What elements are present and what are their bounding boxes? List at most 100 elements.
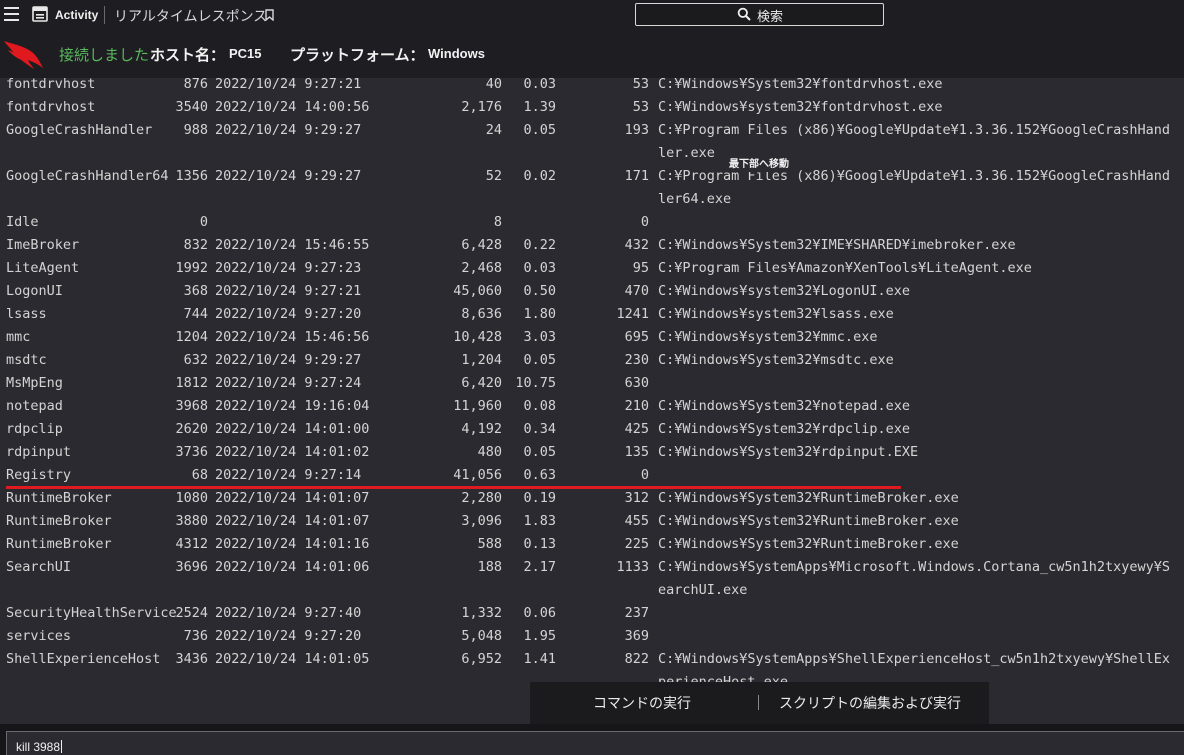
process-cpu: 0.13	[523, 536, 556, 552]
process-pid: 68	[191, 467, 208, 483]
process-pid: 1356	[175, 168, 208, 184]
process-pid: 744	[183, 306, 208, 322]
process-pid: 988	[183, 122, 208, 138]
bookmark-icon[interactable]	[265, 9, 274, 21]
table-row: rdpinput 3736 2022/10/24 14:01:02 480 0.05 13…	[0, 441, 1184, 464]
process-cpu: 0.05	[523, 352, 556, 368]
process-cpu: 0.50	[523, 283, 556, 299]
process-pid: 3436	[175, 651, 208, 667]
process-cpu: 0.63	[523, 467, 556, 483]
process-pid: 0	[199, 214, 208, 230]
table-row: ShellExperienceHost 3436 2022/10/24 14:01:…	[0, 648, 1184, 683]
process-name: GoogleCrashHandler64	[6, 168, 169, 184]
process-path: C:¥Windows¥System32¥RuntimeBroker.exe	[658, 513, 959, 529]
process-memory: 188	[477, 559, 502, 575]
table-row: lsass 744 2022/10/24 9:27:20 8,636 1.80 1241 C…	[0, 303, 1184, 326]
search-label: 検索	[757, 9, 784, 24]
table-row: msdtc 632 2022/10/24 9:29:27 1,204 0.05 230 C:…	[0, 349, 1184, 372]
process-path: C:¥Windows¥System32¥rdpinput.EXE	[658, 444, 919, 460]
process-pid: 3696	[175, 559, 208, 575]
table-row: SearchUI 3696 2022/10/24 14:01:06 188 2.17 11…	[0, 556, 1184, 602]
process-handles: 1133	[616, 559, 649, 575]
table-row: RuntimeBroker 4312 2022/10/24 14:01:16 588 0…	[0, 533, 1184, 556]
process-handles: 210	[624, 398, 649, 414]
command-input[interactable]: kill 3988	[6, 731, 1184, 755]
process-name: rdpclip	[6, 421, 63, 437]
process-memory: 52	[485, 168, 502, 184]
search-icon	[737, 7, 751, 21]
table-row: RuntimeBroker 1080 2022/10/24 14:01:07 2,28…	[0, 487, 1184, 510]
table-row: fontdrvhost 3540 2022/10/24 14:00:56 2,176 1…	[0, 96, 1184, 119]
process-start-time: 2022/10/24 9:27:20	[215, 306, 362, 322]
top-bar: Activity リアルタイムレスポンス 検索	[0, 0, 1184, 30]
process-handles: 432	[624, 237, 649, 253]
process-handles: 369	[624, 628, 649, 644]
process-output[interactable]: fontdrvhost 876 2022/10/24 9:27:21 40 0.03 53…	[0, 73, 1184, 683]
table-row: SecurityHealthService 2524 2022/10/24 9:27…	[0, 602, 1184, 625]
highlight-underline	[6, 486, 901, 489]
table-row: LogonUI 368 2022/10/24 9:27:21 45,060 0.50 47…	[0, 280, 1184, 303]
process-memory: 10,428	[453, 329, 502, 345]
process-handles: 53	[632, 76, 649, 92]
process-handles: 470	[624, 283, 649, 299]
process-start-time: 2022/10/24 15:46:56	[215, 329, 370, 345]
process-path: C:¥Windows¥system32¥lsass.exe	[658, 306, 894, 322]
falcon-logo-icon	[4, 41, 43, 69]
process-memory: 1,332	[461, 605, 502, 621]
process-path: C:¥Windows¥SystemApps¥Microsoft.Windows.…	[658, 559, 1171, 598]
process-pid: 632	[183, 352, 208, 368]
process-pid: 1080	[175, 490, 208, 506]
process-path: C:¥Windows¥System32¥IME¥SHARED¥imebroker…	[658, 237, 1016, 253]
process-path: C:¥Windows¥System32¥rdpclip.exe	[658, 421, 910, 437]
process-cpu: 1.80	[523, 306, 556, 322]
process-start-time: 2022/10/24 9:27:14	[215, 467, 362, 483]
process-handles: 1241	[616, 306, 649, 322]
process-pid: 368	[183, 283, 208, 299]
process-pid: 876	[183, 76, 208, 92]
process-start-time: 2022/10/24 9:27:21	[215, 283, 362, 299]
tab-run-command[interactable]: コマンドの実行	[593, 693, 691, 713]
process-name: ImeBroker	[6, 237, 80, 253]
process-start-time: 2022/10/24 14:01:02	[215, 444, 370, 460]
process-path: C:¥Windows¥System32¥RuntimeBroker.exe	[658, 536, 959, 552]
process-path: C:¥Windows¥System32¥notepad.exe	[658, 398, 910, 414]
process-start-time: 2022/10/24 14:01:00	[215, 421, 370, 437]
process-cpu: 10.75	[515, 375, 556, 391]
process-handles: 95	[632, 260, 649, 276]
process-pid: 3736	[175, 444, 208, 460]
process-handles: 312	[624, 490, 649, 506]
process-start-time: 2022/10/24 9:27:24	[215, 375, 362, 391]
process-start-time: 2022/10/24 9:29:27	[215, 122, 362, 138]
process-handles: 230	[624, 352, 649, 368]
host-label: ホスト名：	[150, 47, 226, 64]
process-name: lsass	[6, 306, 47, 322]
process-name: SecurityHealthService	[6, 605, 177, 621]
process-start-time: 2022/10/24 9:27:40	[215, 605, 362, 621]
process-name: fontdrvhost	[6, 76, 96, 92]
page-title: リアルタイムレスポンス	[114, 8, 268, 24]
activity-label[interactable]: Activity	[55, 8, 98, 22]
process-start-time: 2022/10/24 9:27:20	[215, 628, 362, 644]
process-path: C:¥Windows¥System32¥fontdrvhost.exe	[658, 76, 943, 92]
platform-label: プラットフォーム：	[290, 47, 425, 64]
process-memory: 45,060	[453, 283, 502, 299]
process-name: mmc	[6, 329, 31, 345]
process-pid: 3880	[175, 513, 208, 529]
table-row: GoogleCrashHandler 988 2022/10/24 9:29:27 2…	[0, 119, 1184, 165]
process-pid: 736	[183, 628, 208, 644]
table-row: LiteAgent 1992 2022/10/24 9:27:23 2,468 0.03…	[0, 257, 1184, 280]
search-button[interactable]: 検索	[635, 3, 884, 26]
process-memory: 6,428	[461, 237, 502, 253]
process-start-time: 2022/10/24 15:46:55	[215, 237, 370, 253]
scroll-to-bottom-tooltip[interactable]: 最下部へ移動	[724, 153, 794, 172]
tab-edit-script[interactable]: スクリプトの編集および実行	[779, 693, 961, 713]
process-name: SearchUI	[6, 559, 72, 575]
process-cpu: 0.34	[523, 421, 556, 437]
menu-icon[interactable]	[4, 7, 19, 22]
command-tabs: コマンドの実行 スクリプトの編集および実行	[530, 682, 989, 724]
host-value: PC15	[229, 46, 262, 61]
table-row: notepad 3968 2022/10/24 19:16:04 11,960 0.08…	[0, 395, 1184, 418]
process-memory: 6,420	[461, 375, 502, 391]
table-row: rdpclip 2620 2022/10/24 14:01:00 4,192 0.34 4…	[0, 418, 1184, 441]
process-cpu: 0.03	[523, 76, 556, 92]
